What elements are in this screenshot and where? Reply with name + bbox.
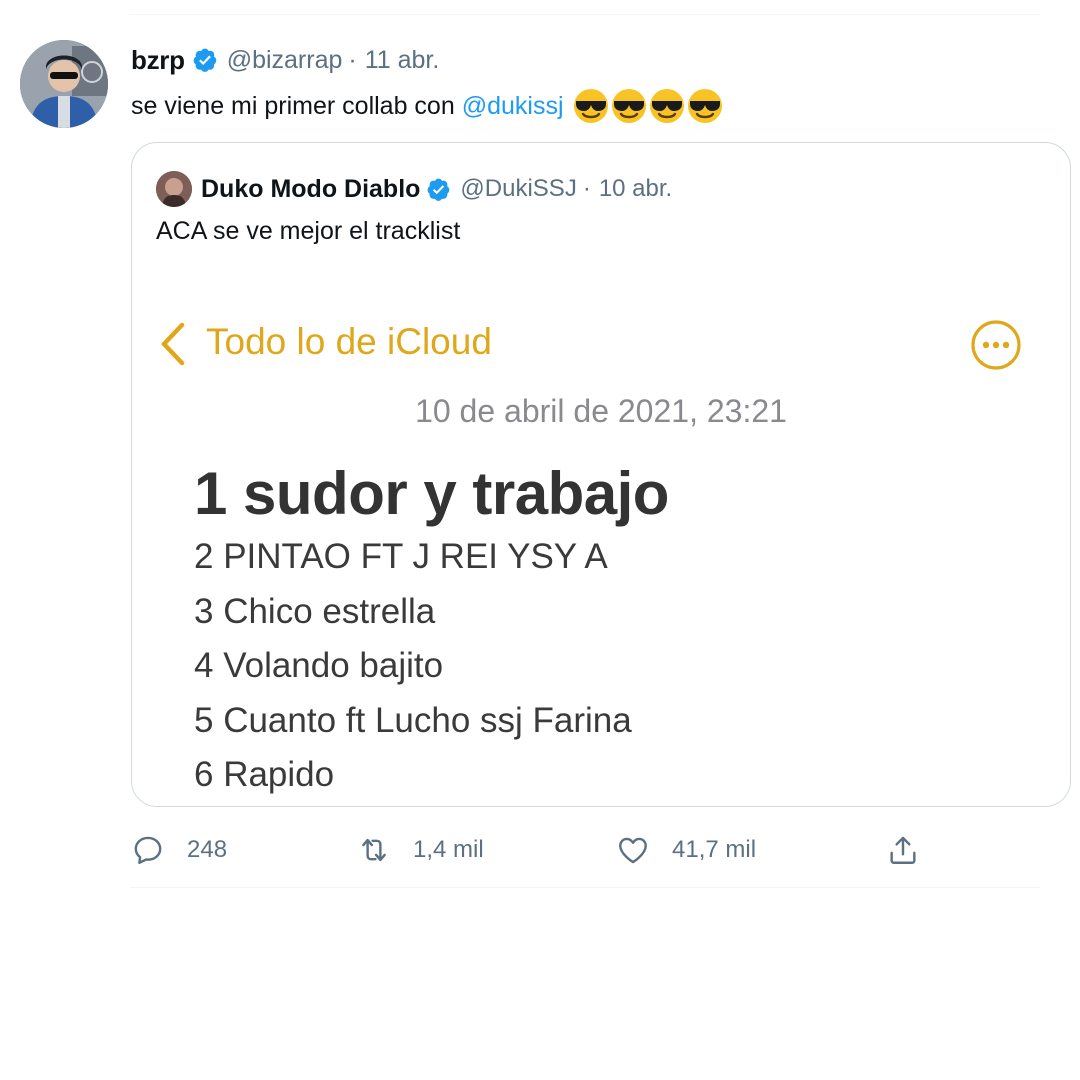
heart-icon [619, 837, 647, 864]
quoted-tweet-card[interactable]: Duko Modo Diablo @DukiSSJ · 10 abr. ACA … [131, 142, 1071, 807]
share-icon [890, 836, 916, 864]
author-avatar[interactable] [20, 40, 108, 128]
mention-link[interactable]: @dukissj [462, 92, 564, 121]
quoted-author-handle: @DukiSSJ [460, 175, 577, 202]
verified-badge-icon [427, 178, 450, 201]
quoted-tweet-text: ACA se ve mejor el tracklist [156, 217, 461, 245]
separator-dot: · [348, 45, 357, 74]
user-avatar-icon [156, 171, 192, 207]
tracklist-item: 5 Cuanto ft Lucho ssj Farina [194, 700, 632, 740]
reply-icon [134, 836, 162, 864]
tracklist-item: 3 Chico estrella [194, 591, 436, 631]
tweet-actions: 248 1,4 mil 41,7 mil [131, 831, 931, 869]
reply-button[interactable]: 248 [131, 831, 227, 869]
tracklist-item: 4 Volando bajito [194, 646, 444, 685]
note-date: 10 de abril de 2021, 23:21 [415, 393, 787, 429]
notes-back-label: Todo lo de iCloud [206, 321, 492, 362]
chevron-left-icon [161, 322, 185, 366]
author-handle[interactable]: @bizarrap [227, 46, 343, 75]
user-avatar-icon [20, 40, 108, 128]
like-count: 41,7 mil [672, 836, 757, 863]
tracklist: 2 PINTAO FT J REI YSY A 3 Chico estrella… [194, 537, 632, 806]
tracklist-item: 2 PINTAO FT J REI YSY A [194, 537, 608, 576]
smiling-face-with-sunglasses-icon [687, 89, 722, 123]
divider [130, 887, 1040, 888]
tweet-date[interactable]: 11 abr. [365, 46, 440, 75]
like-button[interactable]: 41,7 mil [616, 831, 756, 869]
retweet-count: 1,4 mil [413, 836, 484, 863]
note-title: 1 sudor y trabajo [194, 460, 669, 527]
share-button[interactable] [886, 831, 920, 869]
quoted-tweet-date: 10 abr. [598, 175, 673, 202]
tweet-text: se viene mi primer collab con @dukissj [131, 88, 723, 124]
reply-count: 248 [187, 836, 228, 863]
tracklist-item: 6 Rapido [194, 755, 335, 794]
ellipsis-circle-icon [971, 320, 1021, 370]
retweet-icon [362, 838, 386, 862]
smiling-face-with-sunglasses-icon [649, 89, 684, 123]
author-name[interactable]: bzrp [131, 45, 185, 76]
smiling-face-with-sunglasses-icon [611, 89, 646, 123]
quoted-author-name: Duko Modo Diablo [201, 174, 421, 203]
divider [130, 14, 1040, 15]
tweet: bzrp @bizarrap · 11 abr. se viene mi pri… [0, 0, 1080, 1080]
tweet-text-prefix: se viene mi primer collab con [131, 91, 455, 120]
tweet-header: bzrp @bizarrap · 11 abr. [131, 44, 439, 76]
quoted-media-image[interactable]: Todo lo de iCloud 10 de abril de 2021, 2… [132, 291, 1070, 806]
smiling-face-with-sunglasses-icon [573, 89, 608, 123]
emoji-group [573, 88, 723, 124]
verified-badge-icon [193, 48, 217, 72]
separator-dot: · [582, 175, 591, 202]
retweet-button[interactable]: 1,4 mil [357, 831, 484, 869]
quoted-tweet-header: Duko Modo Diablo @DukiSSJ · 10 abr. [156, 171, 672, 207]
quoted-author-avatar [156, 171, 192, 207]
